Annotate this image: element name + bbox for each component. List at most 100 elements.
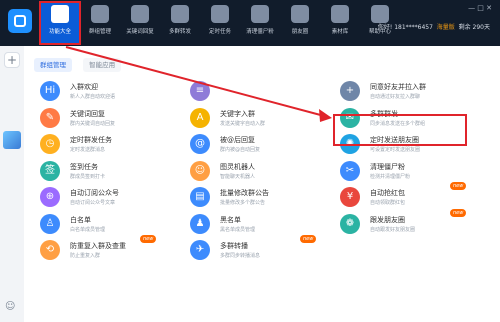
feature-icon: ✈ <box>190 240 210 260</box>
feature-icon: ✎ <box>40 107 60 128</box>
tool-keyword-reply[interactable]: 关键词回复 <box>120 2 160 44</box>
feature-icon: ♙ <box>40 213 60 234</box>
feature-item[interactable]: ¥ 自动抢红包自动领取群红包 new <box>340 182 480 210</box>
layers-icon <box>91 5 109 23</box>
feature-desc: 批量修改多个群公告 <box>220 200 266 206</box>
feature-desc: 可设置定时发送朋友圈 <box>370 147 421 153</box>
feature-desc: 群内被@自动回复 <box>220 147 261 153</box>
tool-label: 群组管理 <box>88 29 111 35</box>
feature-desc: 多群同步转播消息 <box>220 253 261 259</box>
tool-multi-forward[interactable]: 多群转发 <box>160 2 200 44</box>
feature-icon <box>340 240 360 260</box>
feature-title: 自动订阅公众号 <box>70 189 119 197</box>
tab-group-manage[interactable]: 群组管理 <box>34 58 72 72</box>
feature-item[interactable]: ≡ <box>190 78 330 104</box>
tool-moments[interactable]: 朋友圈 <box>280 2 320 44</box>
feature-icon: 签 <box>40 160 60 181</box>
tool-label: 多群转发 <box>168 29 191 35</box>
feature-item[interactable] <box>340 237 480 263</box>
avatar[interactable] <box>3 131 21 149</box>
new-badge: new <box>140 235 157 243</box>
feature-icon: ✂ <box>340 160 360 181</box>
tool-label: 素材库 <box>331 29 349 35</box>
feature-item[interactable]: ⟲ 防重复入群及查重 防止重复入群 new <box>40 235 180 263</box>
help-icon <box>371 5 389 23</box>
feature-title: 关键字入群 <box>220 109 255 118</box>
member-label: 海量版 <box>436 24 455 31</box>
feature-title: 白名单 <box>70 215 91 224</box>
tab-smart-apps[interactable]: 智能应用 <box>83 58 122 72</box>
tool-scheduled-task[interactable]: 定时任务 <box>200 2 240 44</box>
feature-desc: 检测并清理僵尸粉 <box>370 173 411 180</box>
feature-item[interactable]: ❁ 跟发朋友圈 自动跟发好友朋友圈 new <box>340 208 480 237</box>
feature-desc: 发送关键字自动入群 <box>220 120 266 127</box>
feature-item[interactable]: ✂ 清理僵尸粉检测并清理僵尸粉 <box>340 158 480 184</box>
feature-title: 黑名单 <box>220 215 241 224</box>
annotation-box-multi-group-send <box>333 114 467 146</box>
window-controls[interactable]: — □ ✕ <box>468 4 492 12</box>
feature-title: 清理僵尸粉 <box>370 162 405 171</box>
feature-desc: 防止重复入群 <box>70 253 101 259</box>
feature-item[interactable]: ⊕ 自动订阅公众号 自动订阅公众号文章 <box>40 184 180 210</box>
feature-icon: ¥ <box>340 187 360 207</box>
feature-item[interactable]: Hi 入群欢迎 新人入群自动欢迎语 <box>40 78 180 104</box>
users-icon <box>171 5 189 23</box>
feature-title: 图灵机器人 <box>220 162 255 171</box>
member-expiry: 剩余 290天 <box>458 24 490 31</box>
feature-title: 防重复入群及查重 <box>70 242 126 250</box>
tool-label: 关键词回复 <box>126 29 154 35</box>
feature-item[interactable]: ☺ 图灵机器人智能聊天机器人 <box>190 158 330 184</box>
feature-title: 签到任务 <box>70 162 98 171</box>
user-info: 你好! 181****6457 海量版 剩余 290天 <box>378 22 490 31</box>
feature-item[interactable]: ◷ 定时群发任务 定时发送群消息 <box>40 131 180 157</box>
feature-title: 关键词回复 <box>70 109 105 118</box>
sidebar: + ☺ <box>0 46 24 322</box>
app-logo-icon <box>8 9 32 33</box>
tool-label: 朋友圈 <box>291 29 309 35</box>
add-button[interactable]: + <box>4 52 20 68</box>
feature-desc: 定时发送群消息 <box>70 147 106 153</box>
feature-item[interactable]: ▤ 批量修改群公告 批量修改多个群公告 <box>190 184 330 210</box>
feature-icon: ⊕ <box>40 187 60 207</box>
feature-desc: 自动领取群红包 <box>370 200 406 206</box>
feature-item[interactable]: ♟ 黑名单 黑名单成员管理 <box>190 211 330 237</box>
folder-icon <box>331 5 349 23</box>
feature-item[interactable]: ✎ 关键词回复 群内关键词自动回复 <box>40 105 180 131</box>
broom-icon <box>251 5 269 23</box>
feature-desc: 群成员签到打卡 <box>70 173 106 180</box>
feature-icon: Hi <box>40 81 60 101</box>
tool-label: 清理僵尸粉 <box>246 29 274 35</box>
feature-item[interactable]: 签 签到任务群成员签到打卡 <box>40 158 180 184</box>
new-badge: new <box>300 235 317 243</box>
feature-title: 入群欢迎 <box>70 83 98 91</box>
feature-item[interactable]: ♙ 白名单 白名单成员管理 <box>40 211 180 237</box>
feature-icon: @ <box>190 134 210 154</box>
feature-title: 批量修改群公告 <box>220 189 269 197</box>
feature-desc: 智能聊天机器人 <box>220 173 256 180</box>
feature-item[interactable]: + 同意好友并拉入群 自动通过好友拉入群聊 <box>340 78 480 104</box>
feature-icon: ≡ <box>190 81 210 101</box>
text-icon <box>131 5 149 23</box>
new-badge: new <box>450 208 467 217</box>
feature-icon: ▤ <box>190 187 210 207</box>
tool-group-manage[interactable]: 群组管理 <box>80 2 120 44</box>
annotation-box-feature-center <box>39 1 81 45</box>
feature-icon: ♟ <box>190 213 210 234</box>
camera-icon <box>291 5 309 23</box>
feature-item[interactable]: @ 被@后回复 群内被@自动回复 <box>190 131 330 157</box>
feature-icon: A <box>190 107 210 128</box>
feature-desc: 自动跟发好友朋友圈 <box>370 226 416 233</box>
tool-material-library[interactable]: 素材库 <box>320 2 360 44</box>
account-icon[interactable]: ☺ <box>5 301 15 312</box>
feature-title: 多群转播 <box>220 242 248 250</box>
feature-title: 自动抢红包 <box>370 189 405 197</box>
feature-title: 定时群发任务 <box>70 136 112 144</box>
tool-clean-zombie[interactable]: 清理僵尸粉 <box>240 2 280 44</box>
feature-item[interactable]: A 关键字入群发送关键字自动入群 <box>190 105 330 131</box>
user-name: 你好! 181****6457 <box>377 24 433 31</box>
feature-icon: + <box>340 81 360 101</box>
feature-icon: ☺ <box>190 160 210 181</box>
feature-icon: ❁ <box>340 213 360 234</box>
new-badge: new <box>450 182 467 190</box>
feature-item[interactable]: ✈ 多群转播多群同步转播消息 new <box>190 235 330 263</box>
